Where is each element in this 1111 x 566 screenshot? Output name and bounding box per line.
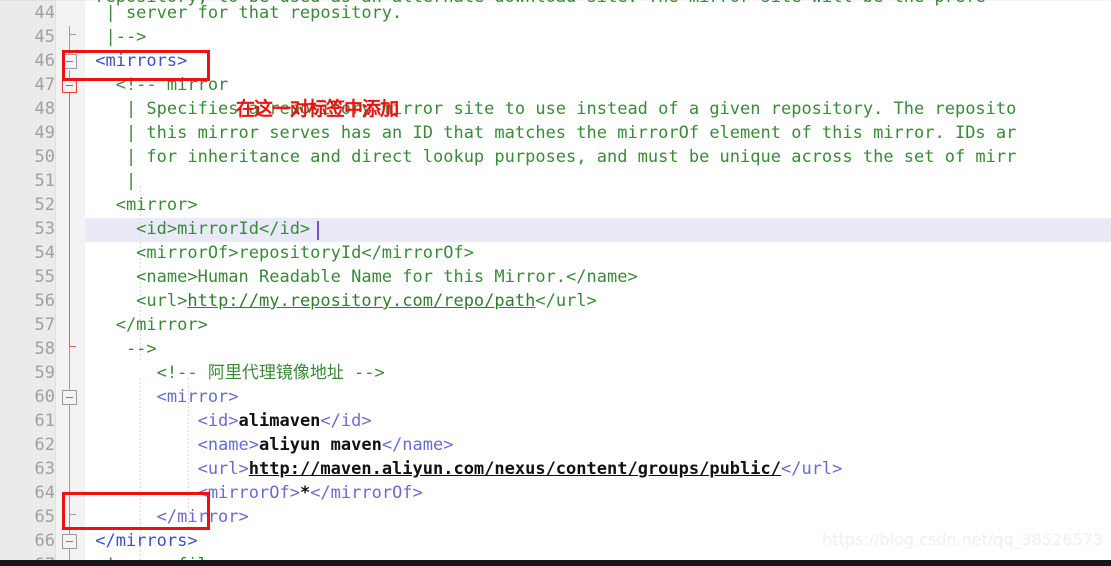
code-line[interactable]: <name>Human Readable Name for this Mirro… (85, 266, 1111, 290)
line-number: 62 (34, 435, 55, 455)
line-number: 54 (34, 243, 55, 263)
code-token: <url> (85, 291, 188, 311)
code-token: <!-- 阿里代理镜像地址 --> (85, 363, 385, 383)
url-link[interactable]: http://my.repository.com/repo/path (187, 291, 535, 311)
code-token: <name>Human Readable Name for this Mirro… (85, 267, 638, 287)
watermark: https://blog.csdn.net/qq_38526573 (822, 530, 1103, 549)
mirrors-open-tag-box (62, 50, 210, 81)
code-value: * (299, 483, 311, 503)
line-number: 51 (34, 171, 55, 191)
line-number: 61 (34, 411, 55, 431)
line-number: 58 (34, 339, 55, 359)
code-content[interactable]: repository, to be used as an alternate d… (85, 0, 1111, 566)
line-number: 57 (34, 315, 55, 335)
code-token: | for inheritance and direct lookup purp… (85, 147, 1017, 167)
code-line[interactable]: </mirror> (85, 314, 1111, 338)
code-token: | this mirror serves has an ID that matc… (85, 123, 1017, 143)
code-token: <mirror> (85, 387, 239, 407)
code-token: </id> (320, 411, 372, 431)
code-token: |--> (85, 27, 147, 47)
line-number: 59 (34, 363, 55, 383)
code-token: <name> (85, 435, 259, 455)
code-line[interactable]: | for inheritance and direct lookup purp… (85, 146, 1111, 170)
code-value: aliyun maven (259, 435, 382, 455)
line-numbers: 44 45 46 47 48 49 50 51 52 53 54 55 56 5… (0, 0, 55, 566)
code-line[interactable]: <id>mirrorId</id> (85, 218, 1111, 242)
code-editor[interactable]: repository, to be used as an alternate d… (0, 0, 1111, 566)
line-number: 47 (34, 75, 55, 95)
line-number: 65 (34, 507, 55, 527)
code-token: <mirrorOf>repositoryId</mirrorOf> (85, 243, 474, 263)
line-number: 66 (34, 531, 55, 551)
url-link[interactable]: http://maven.aliyun.com/nexus/content/gr… (249, 459, 781, 479)
code-token: </url> (535, 291, 597, 311)
line-number: 45 (34, 27, 55, 47)
code-token: | (85, 171, 137, 191)
line-number: 49 (34, 123, 55, 143)
code-line[interactable]: --> (85, 338, 1111, 362)
code-line[interactable]: <mirrorOf>repositoryId</mirrorOf> (85, 242, 1111, 266)
fold-toggle-icon[interactable] (62, 390, 77, 405)
text-caret (317, 221, 319, 240)
code-token: | server for that repository. (85, 3, 403, 23)
mirrors-close-tag-box (62, 492, 210, 530)
code-line[interactable]: <mirror> (85, 386, 1111, 410)
line-number: 64 (34, 483, 55, 503)
bottom-bar (0, 560, 1111, 566)
code-line[interactable]: | server for that repository. (85, 2, 1111, 26)
line-number: 44 (34, 3, 55, 23)
code-line[interactable]: | (85, 170, 1111, 194)
code-line[interactable]: <!-- 阿里代理镜像地址 --> (85, 362, 1111, 386)
code-line[interactable]: <mirror> (85, 194, 1111, 218)
line-number: 48 (34, 99, 55, 119)
code-line[interactable]: </mirror> (85, 506, 1111, 530)
code-value: alimaven (238, 411, 321, 431)
code-line[interactable]: | this mirror serves has an ID that matc… (85, 122, 1111, 146)
code-token: --> (85, 339, 157, 359)
line-number: 46 (34, 51, 55, 71)
line-number: 50 (34, 147, 55, 167)
code-token: | Specifies a repository mirror site to … (85, 99, 1017, 119)
code-line[interactable]: <name>aliyun maven</name> (85, 434, 1111, 458)
top-clip-shadow (0, 0, 1111, 1)
code-token: </mirror> (85, 315, 208, 335)
comment-fold-spine (69, 88, 70, 346)
fold-region-end-tick (69, 34, 76, 35)
code-token: </mirrors> (85, 531, 198, 551)
line-number: 56 (34, 291, 55, 311)
code-token: <id> (85, 411, 239, 431)
code-line[interactable]: <url>http://my.repository.com/repo/path<… (85, 290, 1111, 314)
code-line[interactable]: <url>http://maven.aliyun.com/nexus/conte… (85, 458, 1111, 482)
code-token: <url> (85, 459, 249, 479)
line-number: 63 (34, 459, 55, 479)
code-token: </mirrorOf> (310, 483, 423, 503)
code-token: <mirror> (85, 195, 198, 215)
fold-toggle-icon[interactable] (62, 534, 77, 549)
code-token: </url> (780, 459, 843, 479)
code-line[interactable]: |--> (85, 26, 1111, 50)
line-number: 60 (34, 387, 55, 407)
line-number: 52 (34, 195, 55, 215)
line-number: 55 (34, 267, 55, 287)
code-token: <id>mirrorId</id> (85, 219, 311, 239)
comment-fold-end-tick (69, 346, 76, 347)
code-token: </name> (381, 435, 454, 455)
chinese-annotation-overlay: 在这一对标签中添加 (236, 98, 399, 120)
code-line[interactable]: <id>alimaven</id> (85, 410, 1111, 434)
line-number: 53 (34, 219, 55, 239)
code-line[interactable]: <mirrorOf>*</mirrorOf> (85, 482, 1111, 506)
gutter-divider (55, 0, 56, 566)
code-line[interactable]: <mirrors> (85, 50, 1111, 74)
